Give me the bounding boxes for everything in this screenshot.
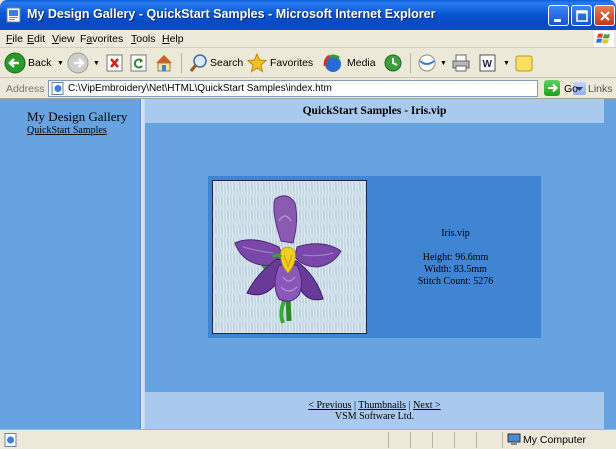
address-input[interactable]: C:\VipEmbroidery\Net\HTML\QuickStart Sam…	[48, 80, 586, 97]
copyright-text: VSM Software Ltd.	[334, 411, 415, 422]
footer-navigation: < Previous | Thumbnails | Next >	[145, 400, 604, 411]
windows-logo-icon	[594, 31, 614, 47]
close-icon	[600, 11, 610, 21]
maximize-button[interactable]	[571, 5, 592, 26]
history-icon[interactable]	[382, 52, 404, 74]
status-pane-divider	[432, 432, 433, 448]
edit-word-icon[interactable]: W	[478, 52, 498, 74]
status-pane-divider	[454, 432, 455, 448]
status-pane-divider	[476, 432, 477, 448]
ie-page-icon	[51, 82, 64, 95]
address-value[interactable]: C:\VipEmbroidery\Net\HTML\QuickStart Sam…	[68, 83, 332, 94]
title-bar[interactable]: My Design Gallery - QuickStart Samples -…	[0, 0, 616, 30]
forward-dropdown-icon[interactable]: ▼	[93, 60, 100, 67]
footer-separator: |	[408, 400, 411, 411]
close-button[interactable]	[594, 5, 615, 26]
browser-viewport: My Design Gallery QuickStart Samples Qui…	[0, 99, 616, 429]
stop-icon[interactable]	[105, 52, 125, 74]
page-title: QuickStart Samples - Iris.vip	[302, 105, 447, 117]
menu-help[interactable]: Help	[162, 33, 184, 45]
back-dropdown-icon[interactable]: ▼	[57, 60, 64, 67]
favorites-button-label[interactable]: Favorites	[270, 57, 313, 69]
messenger-note-icon[interactable]	[513, 52, 535, 74]
minimize-icon	[554, 19, 561, 22]
design-height: Height: 96.6mm	[422, 252, 489, 263]
previous-link[interactable]: < Previous	[308, 400, 351, 411]
favorites-star-icon[interactable]	[246, 52, 268, 74]
design-info: Iris.vip Height: 96.6mm Width: 83.5mm St…	[383, 228, 528, 288]
search-button-label[interactable]: Search	[210, 57, 243, 69]
standard-toolbar: Back ▼ ▼ Search Favorites Media ▼ W ▼	[0, 48, 616, 78]
security-zone-label: My Computer	[523, 434, 587, 446]
back-button-label[interactable]: Back	[28, 57, 51, 69]
go-button-label[interactable]: Go	[564, 83, 578, 95]
design-name: Iris.vip	[441, 228, 470, 239]
page-done-icon	[4, 433, 17, 447]
mail-icon[interactable]	[415, 52, 439, 74]
links-label: Links	[588, 83, 613, 95]
search-icon[interactable]	[188, 52, 210, 74]
site-title: My Design Gallery	[27, 109, 128, 124]
menu-view[interactable]: View	[52, 33, 75, 45]
next-link[interactable]: Next >	[413, 400, 441, 411]
main-frame: QuickStart Samples - Iris.vip Iris.vip H…	[145, 99, 604, 429]
go-button[interactable]	[544, 80, 560, 96]
address-label: Address	[6, 83, 45, 95]
maximize-icon	[576, 10, 588, 22]
menu-bar: File Edit View Favorites Tools Help	[0, 30, 616, 48]
back-arrow-icon[interactable]	[4, 52, 26, 74]
refresh-icon[interactable]	[129, 52, 149, 74]
home-icon[interactable]	[153, 52, 175, 74]
menu-tools[interactable]: Tools	[131, 33, 156, 45]
forward-arrow-icon[interactable]	[67, 52, 89, 74]
design-card: Iris.vip Height: 96.6mm Width: 83.5mm St…	[208, 176, 541, 338]
svg-text:W: W	[483, 59, 493, 70]
mail-dropdown-icon[interactable]: ▼	[440, 60, 447, 67]
status-pane-divider	[388, 432, 389, 448]
edit-dropdown-icon[interactable]: ▼	[503, 60, 510, 67]
menu-edit[interactable]: Edit	[27, 33, 45, 45]
print-icon[interactable]	[450, 52, 472, 74]
navigation-frame: My Design Gallery QuickStart Samples	[2, 99, 141, 429]
footer-separator: |	[353, 400, 356, 411]
address-bar: Address C:\VipEmbroidery\Net\HTML\QuickS…	[0, 78, 616, 107]
design-width: Width: 83.5mm	[424, 264, 487, 275]
status-bar: My Computer	[0, 429, 616, 449]
thumbnails-link[interactable]: Thumbnails	[358, 400, 406, 411]
viewport-edge	[604, 99, 616, 429]
quickstart-samples-link[interactable]: QuickStart Samples	[27, 125, 107, 136]
page-header: QuickStart Samples - Iris.vip	[145, 99, 604, 123]
media-button-label[interactable]: Media	[347, 57, 376, 69]
ie-page-icon	[6, 7, 21, 23]
status-pane-divider	[502, 432, 503, 448]
page-footer: < Previous | Thumbnails | Next > VSM Sof…	[145, 392, 604, 429]
design-stitch-count: Stitch Count: 5276	[417, 276, 494, 287]
menu-file[interactable]: File	[6, 33, 23, 45]
window-title: My Design Gallery - QuickStart Samples -…	[27, 7, 436, 21]
go-arrow-icon	[548, 83, 558, 93]
toolbar-separator	[410, 53, 411, 73]
media-icon[interactable]	[321, 52, 345, 74]
design-image[interactable]	[212, 180, 367, 334]
menu-favorites[interactable]: Favorites	[80, 33, 123, 45]
iris-embroidery-image	[213, 181, 366, 333]
status-pane-divider	[410, 432, 411, 448]
my-computer-icon	[507, 433, 521, 445]
minimize-button[interactable]	[548, 5, 569, 26]
toolbar-separator	[181, 53, 182, 73]
